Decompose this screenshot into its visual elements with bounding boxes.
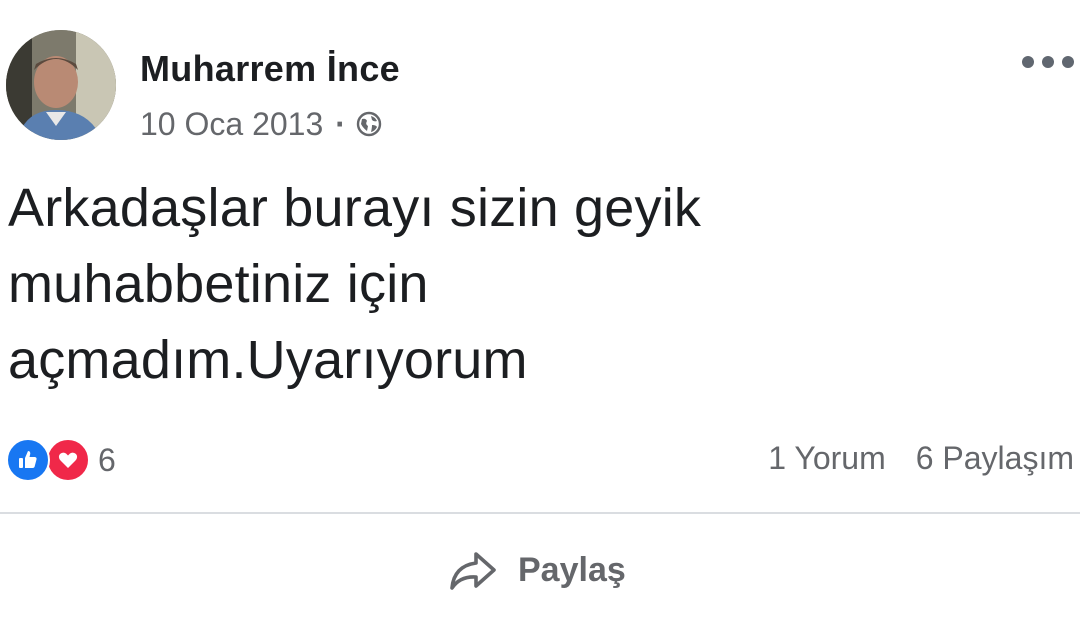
post-text-line: açmadım.Uyarıyorum — [8, 330, 528, 390]
post-text-line: Arkadaşlar burayı sizin geyik — [8, 178, 702, 238]
divider — [0, 512, 1080, 514]
share-arrow-icon — [450, 552, 496, 590]
more-horizontal-icon-dot — [1062, 56, 1074, 68]
share-button[interactable]: Paylaş — [448, 544, 626, 596]
globe-icon — [356, 111, 382, 137]
more-options-button[interactable] — [1022, 50, 1074, 74]
comment-count-link[interactable]: 1 Yorum — [768, 440, 885, 477]
post-date[interactable]: 10 Oca 2013 — [140, 106, 323, 143]
share-button-label: Paylaş — [518, 550, 626, 589]
reaction-icons — [6, 438, 94, 482]
post-text: Arkadaşlar burayı sizin geyik muhabbetin… — [8, 170, 908, 398]
post-text-line: muhabbetiniz için — [8, 254, 429, 314]
more-horizontal-icon-dot — [1022, 56, 1034, 68]
share-count-link[interactable]: 6 Paylaşım — [916, 440, 1074, 477]
avatar[interactable] — [6, 30, 116, 140]
avatar-photo — [6, 30, 116, 140]
reaction-count: 6 — [98, 441, 116, 478]
more-horizontal-icon-dot — [1042, 56, 1054, 68]
love-icon — [46, 438, 90, 482]
like-icon — [6, 438, 50, 482]
reactions-summary[interactable]: 6 — [6, 438, 116, 482]
facebook-post: Muharrem İnce 10 Oca 2013 · Arkadaşlar b… — [0, 0, 1080, 619]
meta-separator: · — [335, 105, 346, 142]
post-meta: 10 Oca 2013 · — [140, 104, 382, 144]
author-name[interactable]: Muharrem İnce — [140, 48, 400, 90]
post-stats: 1 Yorum 6 Paylaşım — [768, 440, 1074, 477]
